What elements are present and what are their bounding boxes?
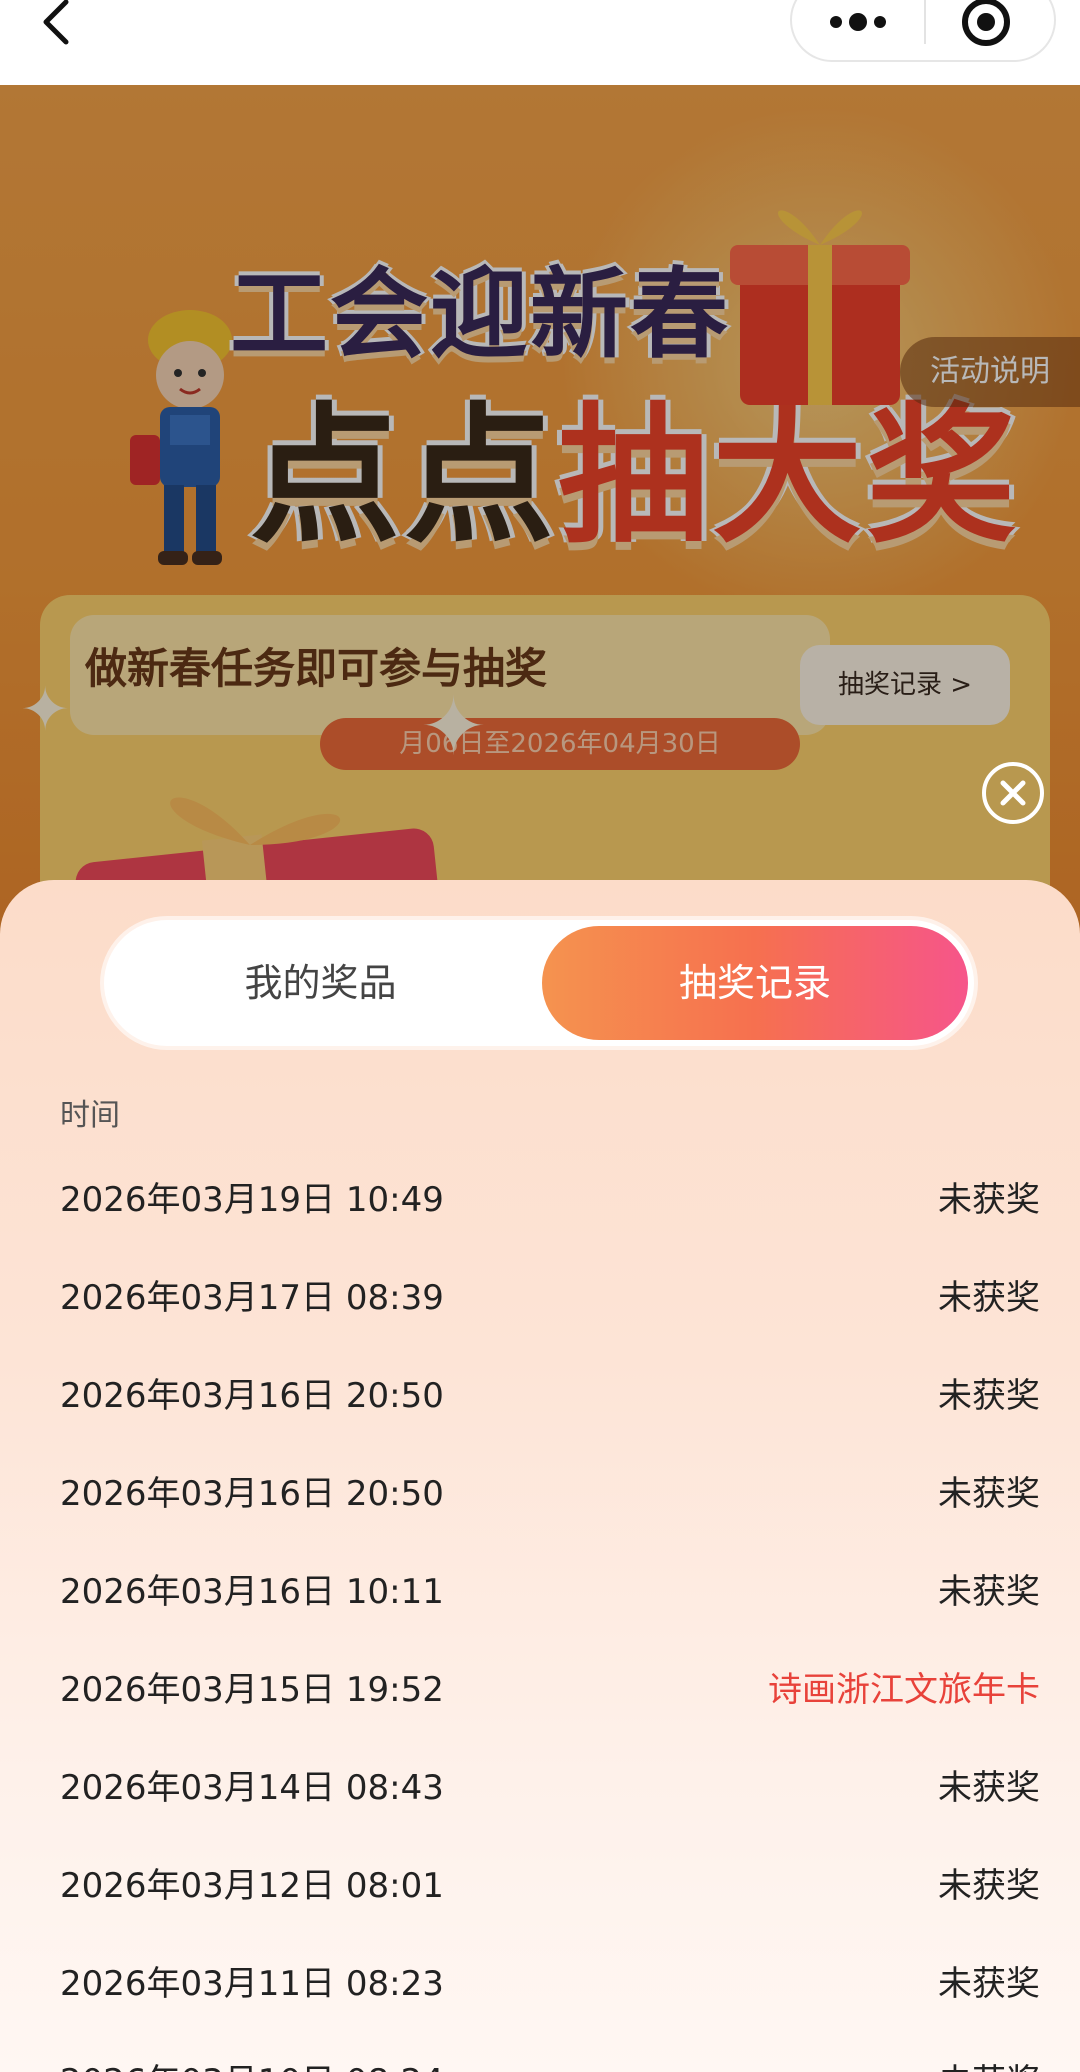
list-item: 2026年03月10日 08:24 未获奖 [0,2030,1080,2072]
record-time: 2026年03月15日 19:52 [60,1670,444,1710]
draw-records-list: 2026年03月19日 10:49 未获奖 2026年03月17日 08:39 未获奖… [0,1148,1080,2072]
record-result: 未获奖 [938,1474,1040,1514]
list-item: 2026年03月14日 08:43 未获奖 [0,1736,1080,1834]
list-item: 2026年03月15日 19:52 诗画浙江文旅年卡 [0,1638,1080,1736]
list-item: 2026年03月16日 20:50 未获奖 [0,1344,1080,1442]
close-icon[interactable] [982,762,1044,824]
record-time: 2026年03月10日 08:24 [60,2054,444,2072]
record-time: 2026年03月11日 08:23 [60,1964,444,2004]
record-time: 2026年03月16日 20:50 [60,1474,444,1514]
record-time: 2026年03月17日 08:39 [60,1278,444,1318]
record-result: 未获奖 [938,1768,1040,1808]
sheet-tab-bar: 我的奖品 抽奖记录 [104,920,974,1046]
record-time: 2026年03月12日 08:01 [60,1866,444,1906]
record-result: 未获奖 [938,1866,1040,1906]
more-dots-icon[interactable] [792,0,924,64]
miniprogram-target-icon[interactable] [926,0,1058,64]
list-item: 2026年03月17日 08:39 未获奖 [0,1246,1080,1344]
back-chevron-icon[interactable] [38,0,78,46]
record-result: 未获奖 [938,1964,1040,2004]
record-result: 诗画浙江文旅年卡 [768,1670,1040,1710]
time-column-header: 时间 [60,1098,120,1133]
record-result: 未获奖 [938,1180,1040,1220]
list-item: 2026年03月19日 10:49 未获奖 [0,1148,1080,1246]
top-nav-bar [0,0,1080,85]
miniprogram-capsule [790,0,1056,62]
list-item: 2026年03月16日 10:11 未获奖 [0,1540,1080,1638]
list-item: 2026年03月16日 20:50 未获奖 [0,1442,1080,1540]
records-bottom-sheet: 我的奖品 抽奖记录 时间 2026年03月19日 10:49 未获奖 2026年03… [0,880,1080,2072]
record-time: 2026年03月16日 20:50 [60,1376,444,1416]
tab-draw-records[interactable]: 抽奖记录 [542,926,968,1040]
record-result: 未获奖 [938,1572,1040,1612]
list-item: 2026年03月11日 08:23 未获奖 [0,1932,1080,2030]
list-item: 2026年03月12日 08:01 未获奖 [0,1834,1080,1932]
record-result: 未获奖 [938,1278,1040,1318]
record-result: 未获奖 [938,2054,1040,2072]
record-time: 2026年03月19日 10:49 [60,1180,444,1220]
tab-my-prizes[interactable]: 我的奖品 [108,926,533,1040]
record-time: 2026年03月16日 10:11 [60,1572,444,1612]
record-result: 未获奖 [938,1376,1040,1416]
record-time: 2026年03月14日 08:43 [60,1768,444,1808]
